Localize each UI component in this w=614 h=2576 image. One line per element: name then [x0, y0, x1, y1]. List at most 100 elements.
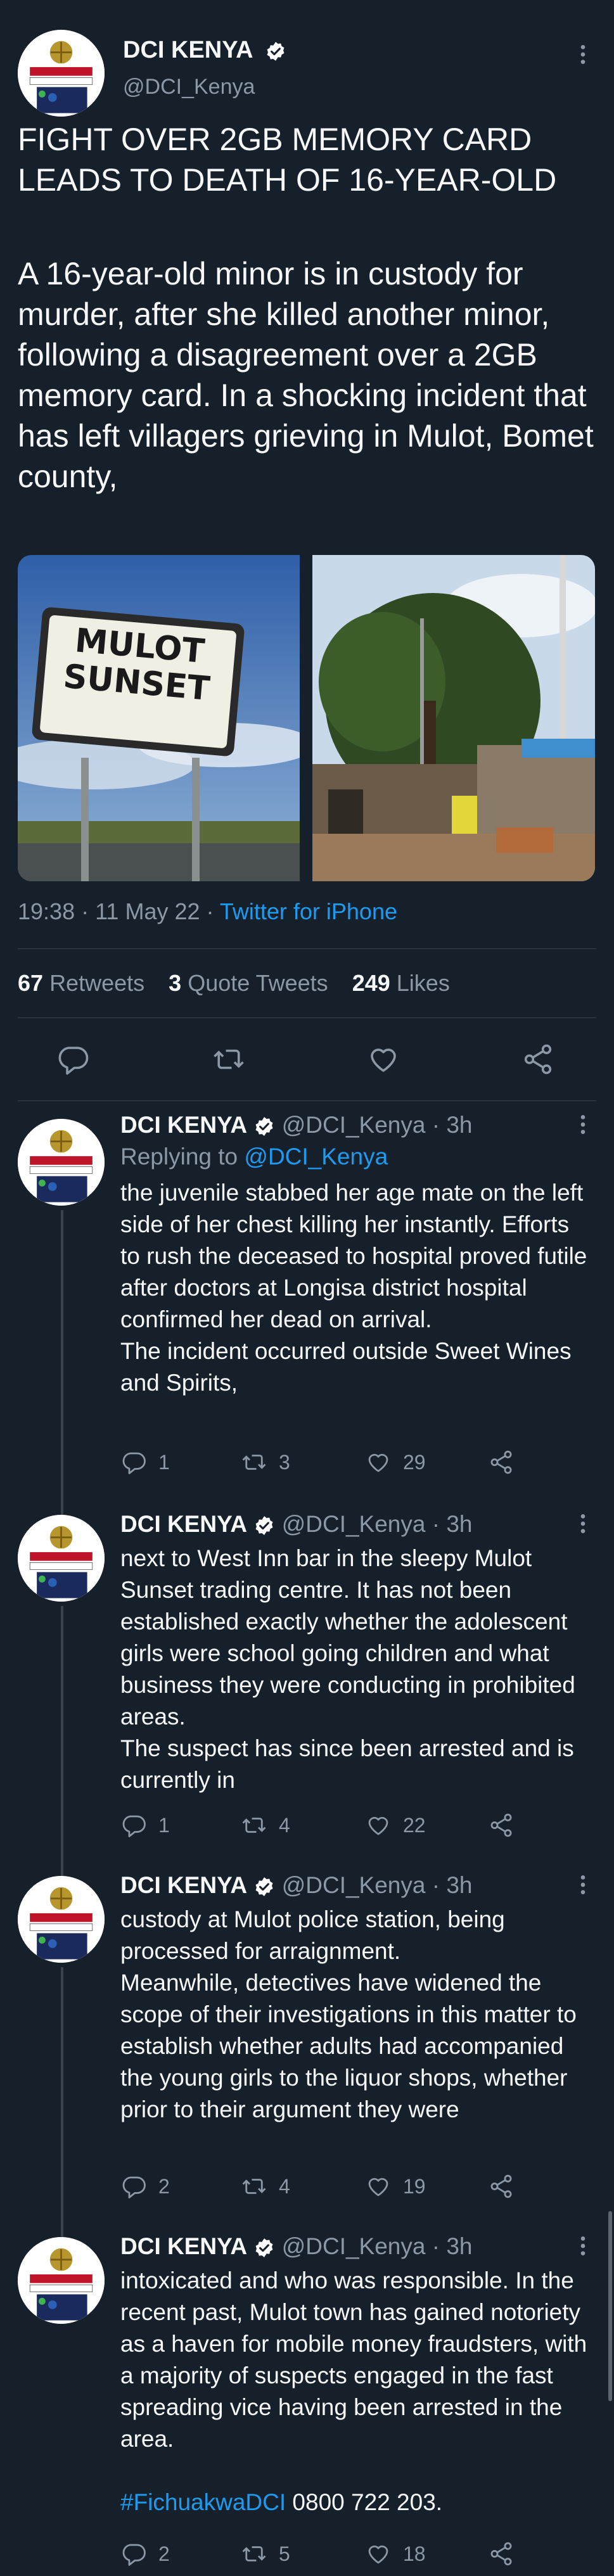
retweet-icon — [241, 1812, 267, 1839]
verified-badge-icon — [265, 41, 286, 62]
reply-tweet[interactable]: DCI KENYA @DCI_Kenya · 3h custody at Mul… — [0, 1859, 614, 2221]
reply-avatar[interactable] — [18, 1876, 105, 1963]
more-options-icon[interactable] — [577, 1872, 589, 1897]
thread-connector — [61, 1859, 63, 1876]
like-count: 19 — [403, 2174, 426, 2198]
reply-handle-time[interactable]: @DCI_Kenya · 3h — [282, 1511, 473, 1537]
reply-handle-time[interactable]: @DCI_Kenya · 3h — [282, 1112, 473, 1138]
divider — [18, 948, 596, 949]
author-name[interactable]: DCI KENYA — [123, 37, 253, 63]
more-options-icon[interactable] — [577, 42, 589, 67]
reply-tweet[interactable]: DCI KENYA @DCI_Kenya · 3h Replying to @D… — [0, 1102, 614, 1498]
retweets-count-link[interactable]: 67 Retweets — [18, 970, 144, 996]
tweet-meta: 19:38 · 11 May 22 · Twitter for iPhone — [18, 898, 397, 925]
like-count: 18 — [403, 2542, 426, 2565]
reply-avatar[interactable] — [18, 2237, 105, 2324]
retweet-count: 3 — [279, 1450, 290, 1474]
reply-reply-button[interactable]: 1 — [120, 1812, 170, 1839]
retweets-count: 67 — [18, 970, 44, 996]
tweet-timestamp[interactable]: 19:38 · 11 May 22 · — [18, 898, 220, 924]
tweet-body: A 16-year-old minor is in custody for mu… — [18, 256, 594, 494]
reply-icon — [120, 1449, 147, 1476]
thread-connector — [61, 1498, 63, 1515]
reply-body: intoxicated and who was responsible. In … — [120, 2267, 594, 2452]
dci-logo-icon — [18, 30, 105, 117]
retweet-icon — [241, 2541, 267, 2567]
reply-author-name[interactable]: DCI KENYA — [120, 2233, 247, 2259]
likes-count: 249 — [352, 970, 390, 996]
reply-author-name[interactable]: DCI KENYA — [120, 1511, 247, 1537]
reply-like-button[interactable]: 22 — [365, 1812, 426, 1839]
tweet-source-link[interactable]: Twitter for iPhone — [220, 898, 397, 924]
reply-header: DCI KENYA @DCI_Kenya · 3h — [120, 1511, 473, 1538]
reply-actions: 2 5 18 — [120, 2541, 564, 2576]
reply-retweet-button[interactable]: 4 — [241, 1812, 290, 1839]
tweet-image-trading-centre[interactable] — [312, 555, 595, 881]
more-options-icon[interactable] — [577, 2233, 589, 2259]
thread-connector — [61, 1967, 63, 2221]
share-icon — [488, 1449, 515, 1476]
retweet-icon[interactable] — [212, 1042, 246, 1076]
reply-like-button[interactable]: 19 — [365, 2173, 426, 2200]
replying-to-link[interactable]: @DCI_Kenya — [244, 1144, 388, 1170]
more-options-icon[interactable] — [577, 1511, 589, 1536]
like-icon[interactable] — [366, 1042, 400, 1076]
reply-footer-text: #FichuakwaDCI 0800 722 203. — [120, 2487, 442, 2518]
more-options-icon[interactable] — [577, 1112, 589, 1137]
reply-share-button[interactable] — [488, 2173, 515, 2200]
reply-retweet-button[interactable]: 3 — [241, 1449, 290, 1476]
reply-share-button[interactable] — [488, 1812, 515, 1839]
retweet-count: 4 — [279, 2174, 290, 2198]
engagement-stats: 67 Retweets 3 Quote Tweets 249 Likes — [18, 970, 450, 997]
reply-reply-button[interactable]: 1 — [120, 1449, 170, 1476]
author-handle[interactable]: @DCI_Kenya — [123, 75, 255, 99]
reply-tweet[interactable]: DCI KENYA @DCI_Kenya · 3h intoxicated an… — [0, 2221, 614, 2555]
reply-body: custody at Mulot police station, being p… — [120, 1906, 577, 2122]
reply-handle-time[interactable]: @DCI_Kenya · 3h — [282, 1872, 473, 1898]
reply-tweet[interactable]: DCI KENYA @DCI_Kenya · 3h next to West I… — [0, 1498, 614, 1859]
reply-share-button[interactable] — [488, 2541, 515, 2567]
reply-count: 1 — [158, 1450, 170, 1474]
reply-author-name[interactable]: DCI KENYA — [120, 1112, 247, 1138]
reply-retweet-button[interactable]: 4 — [241, 2173, 290, 2200]
reply-avatar[interactable] — [18, 1119, 105, 1206]
reply-count: 2 — [158, 2174, 170, 2198]
likes-label: Likes — [396, 970, 450, 996]
retweet-icon — [241, 1449, 267, 1476]
author-name-row: DCI KENYA — [123, 37, 286, 64]
dci-logo-icon — [18, 2237, 105, 2324]
reply-body: next to West Inn bar in the sleepy Mulot… — [120, 1545, 575, 1793]
reply-header: DCI KENYA @DCI_Kenya · 3h — [120, 1112, 473, 1138]
tweet-image-mulot-sign[interactable]: MULOT SUNSET — [18, 555, 300, 881]
thread-connector — [61, 1210, 63, 1498]
quotes-count-link[interactable]: 3 Quote Tweets — [169, 970, 328, 996]
like-icon — [365, 1449, 392, 1476]
reply-handle-time[interactable]: @DCI_Kenya · 3h — [282, 2233, 473, 2259]
reply-like-button[interactable]: 29 — [365, 1449, 426, 1476]
like-icon — [365, 2541, 392, 2567]
reply-avatar[interactable] — [18, 1515, 105, 1602]
like-icon — [365, 1812, 392, 1839]
scrollbar-thumb[interactable] — [608, 2211, 612, 2401]
reply-author-name[interactable]: DCI KENYA — [120, 1872, 247, 1898]
reply-retweet-button[interactable]: 5 — [241, 2541, 290, 2567]
sign-photo — [18, 555, 300, 881]
quotes-count: 3 — [169, 970, 182, 996]
reply-reply-button[interactable]: 2 — [120, 2541, 170, 2567]
reply-share-button[interactable] — [488, 1449, 515, 1476]
thread-connector — [61, 1606, 63, 1859]
author-avatar[interactable] — [18, 30, 105, 117]
share-icon — [488, 2173, 515, 2200]
likes-count-link[interactable]: 249 Likes — [352, 970, 450, 996]
share-icon[interactable] — [521, 1042, 555, 1076]
reply-icon[interactable] — [56, 1042, 90, 1076]
hashtag-link[interactable]: #FichuakwaDCI — [120, 2489, 286, 2515]
retweet-count: 5 — [279, 2542, 290, 2565]
like-count: 29 — [403, 1450, 426, 1474]
share-icon — [488, 1812, 515, 1839]
reply-header: DCI KENYA @DCI_Kenya · 3h — [120, 2233, 473, 2260]
reply-actions: 1 4 22 — [120, 1812, 564, 1847]
reply-reply-button[interactable]: 2 — [120, 2173, 170, 2200]
like-count: 22 — [403, 1813, 426, 1837]
reply-like-button[interactable]: 18 — [365, 2541, 426, 2567]
